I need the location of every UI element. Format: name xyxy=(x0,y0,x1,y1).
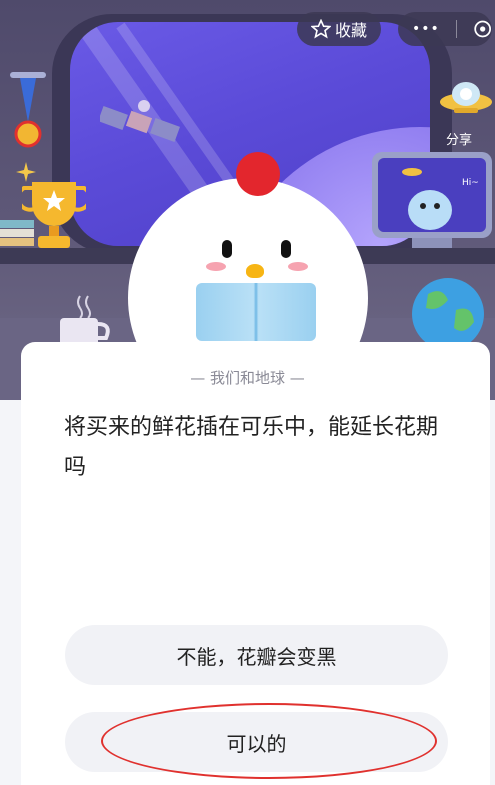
monitor-screen: Hi~ xyxy=(378,158,486,232)
chick-comb xyxy=(236,152,280,196)
answer-option-label: 不能，花瓣会变黑 xyxy=(176,644,337,669)
category-label: — 我们和地球 — xyxy=(190,369,305,387)
monitor-stand xyxy=(412,238,452,248)
alien-icon xyxy=(402,168,452,230)
medal-icon xyxy=(10,72,46,148)
chick-eye xyxy=(222,240,232,258)
close-icon[interactable] xyxy=(473,18,492,40)
favorite-button[interactable]: 收藏 xyxy=(297,12,381,46)
chick-cheek xyxy=(206,262,226,271)
book-illustration xyxy=(196,283,316,341)
books-icon xyxy=(0,220,34,246)
ufo-icon xyxy=(440,82,492,113)
background-scene: Hi~ xyxy=(0,0,495,400)
mug-icon xyxy=(60,295,110,346)
answer-option-1[interactable]: 不能，花瓣会变黑 xyxy=(65,625,448,685)
more-button[interactable]: ••• xyxy=(412,21,440,37)
chick-beak xyxy=(246,264,264,278)
chick-cheek xyxy=(288,262,308,271)
greeting-text: Hi~ xyxy=(462,178,479,188)
chick-eye xyxy=(281,240,291,258)
answer-option-label: 可以的 xyxy=(226,731,287,756)
monitor: Hi~ xyxy=(372,152,492,238)
answer-option-2[interactable]: 可以的 xyxy=(65,712,448,772)
share-button[interactable]: 分享 xyxy=(446,129,472,148)
star-icon xyxy=(310,19,331,39)
sparkle-icon xyxy=(16,162,36,182)
question-text: 将买来的鲜花插在可乐中，能延长花期吗 xyxy=(64,415,439,480)
satellite-icon xyxy=(100,100,180,142)
favorite-label: 收藏 xyxy=(334,21,367,40)
capsule-divider xyxy=(455,20,457,38)
mini-program-capsule: ••• xyxy=(398,12,492,46)
